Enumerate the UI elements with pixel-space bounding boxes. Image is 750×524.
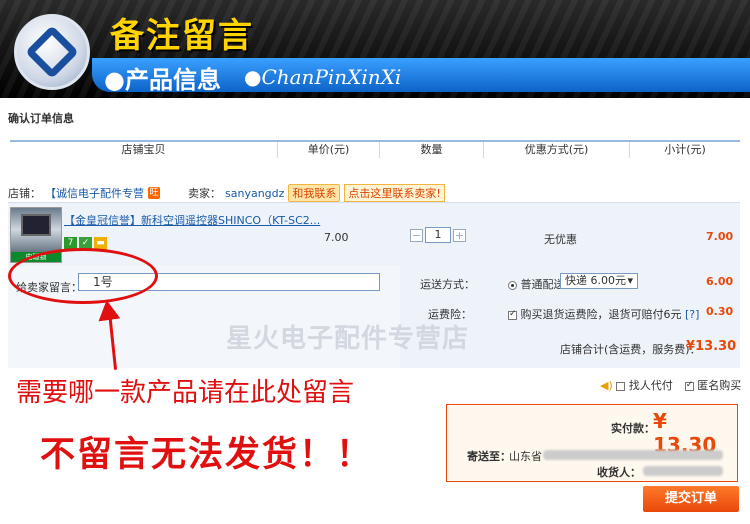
receiver-label: 收货人： (597, 466, 641, 479)
table-header: 店铺宝贝 单价(元) 数量 优惠方式(元) 小计(元) (10, 140, 740, 158)
speaker-icon: ◀) (600, 379, 613, 392)
shop-total-amount: 13.30 (695, 339, 737, 354)
ship-to-label: 寄送至： (467, 450, 511, 463)
header-quantity: 数量 (380, 142, 484, 158)
header-discount: 优惠方式(元) (484, 142, 630, 158)
header-price: 单价(元) (278, 142, 380, 158)
anonymous-label: 匿名购买 (697, 379, 742, 392)
insurance-fee: 0.30 (706, 305, 734, 318)
product-name-link[interactable]: 【金皇冠信誉】新科空调遥控器SHINCO（KT-SC2... (64, 212, 320, 228)
seller-label: 卖家： (188, 187, 221, 200)
insurance-text: 购买退货运费险，退货可赔付6元 (520, 308, 682, 321)
contact-seller-button[interactable]: 和我联系 (288, 184, 341, 202)
insurance-option[interactable]: 购买退货运费险，退货可赔付6元 [?] (508, 306, 699, 322)
item-subtotal: 7.00 (706, 230, 734, 243)
shop-total-label: 店铺合计(含运费，服务费)： (560, 343, 701, 356)
shop-name-link[interactable]: 【诚信电子配件专营 (45, 185, 144, 201)
brand-logo (14, 14, 90, 90)
order-confirm-box: 实付款： ¥ 13.30 寄送至： 山东省 收货人： (446, 404, 738, 482)
submit-order-button[interactable]: 提交订单 (643, 486, 739, 512)
anonymous-option[interactable]: 匿名购买 (684, 377, 742, 393)
shipping-fee: 6.00 (706, 275, 734, 288)
shipping-label: 运送方式： (420, 278, 475, 291)
header-banner: 备注留言 ●产品信息 ●ChanPinXinXi (0, 0, 750, 98)
ship-to-value: 山东省 (509, 450, 542, 463)
shipping-select-value: 快递 6.00元 (565, 274, 626, 287)
header-item: 店铺宝贝 (10, 142, 278, 158)
wangwang-icon[interactable]: 旺 (148, 187, 160, 199)
banner-subtitle-bar: ●产品信息 ●ChanPinXinXi (92, 58, 750, 94)
banner-title: 备注留言 (110, 16, 254, 56)
shipping-option[interactable]: 普通配送 (508, 276, 565, 292)
header-subtotal: 小计(元) (664, 143, 706, 156)
proxy-pay-label: 找人代付 (628, 379, 673, 392)
shipping-option-label: 普通配送 (520, 278, 565, 291)
discount-value: 无优惠 (544, 233, 577, 246)
shop-total-currency: ¥ (686, 339, 696, 354)
shop-total-value: ¥13.30 (686, 339, 736, 354)
pay-currency: ¥ (653, 409, 667, 433)
quantity-stepper[interactable]: − 1 + (410, 227, 466, 243)
quantity-input[interactable]: 1 (425, 227, 451, 243)
banner-subtitle-cn: ●产品信息 (104, 66, 221, 94)
annotation-note-no-shipping: 不留言无法发货！！ (40, 435, 374, 475)
shipping-select[interactable]: 快递 6.00元 ▾ (560, 273, 638, 289)
shop-info: 店铺： 【诚信电子配件专营 旺 卖家： sanyangdz 和我联系 点击这里联… (8, 184, 740, 202)
insurance-help-link[interactable]: [?] (685, 308, 699, 321)
insurance-checkbox[interactable] (508, 309, 517, 320)
payment-options: ◀) 找人代付 匿名购买 (600, 377, 741, 393)
annotation-ellipse (8, 248, 158, 304)
proxy-pay-checkbox[interactable] (616, 381, 626, 391)
increase-quantity-button[interactable]: + (453, 228, 466, 242)
store-watermark: 星火电子配件专营店 (226, 324, 470, 354)
proxy-pay-option[interactable]: ◀) 找人代付 (600, 377, 673, 393)
product-image-detail (21, 214, 51, 236)
receiver-redacted (643, 466, 723, 476)
annotation-note-leave-message: 需要哪一款产品请在此处留言 (16, 378, 355, 408)
banner-subtitle-pinyin: ●ChanPinXinXi (244, 65, 402, 89)
shipping-radio[interactable] (508, 280, 517, 290)
contact-seller-hint[interactable]: 点击这里联系卖家! (344, 184, 445, 202)
logo-mark (25, 25, 79, 79)
section-title: 确认订单信息 (8, 112, 74, 125)
shop-label: 店铺： (8, 187, 41, 200)
decrease-quantity-button[interactable]: − (410, 228, 423, 242)
unit-price: 7.00 (324, 231, 349, 244)
address-redacted (543, 450, 723, 460)
anonymous-checkbox[interactable] (684, 380, 694, 391)
pay-label: 实付款： (611, 422, 655, 435)
chevron-down-icon: ▾ (627, 274, 633, 287)
seller-name-link[interactable]: sanyangdz (225, 187, 284, 200)
